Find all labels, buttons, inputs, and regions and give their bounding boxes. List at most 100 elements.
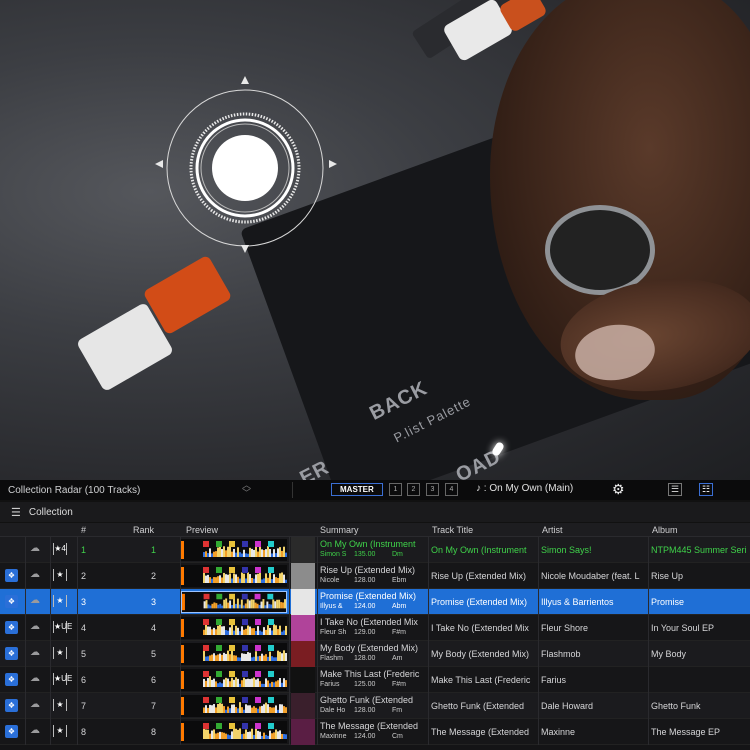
cloud-icon[interactable]: ☁	[30, 569, 40, 580]
track-album: The Message EP	[651, 727, 721, 737]
cell-divider	[50, 719, 51, 745]
track-album: In Your Soul EP	[651, 623, 715, 633]
cloud-icon[interactable]: ☁	[30, 543, 40, 554]
table-row[interactable]: ❖ ☁ ★ 7 7 Ghetto Funk (Extended Dale Ho 128.00 F…	[0, 693, 750, 719]
track-title: My Body (Extended Mix)	[431, 649, 530, 659]
waveform-preview[interactable]	[181, 721, 287, 743]
col-number[interactable]: #	[81, 525, 86, 535]
summary-title: Ghetto Funk (Extended	[320, 695, 414, 705]
cloud-icon[interactable]: ☁	[30, 699, 40, 710]
summary-key: Cm	[392, 733, 403, 740]
cell-divider	[50, 615, 51, 641]
album-art	[291, 641, 315, 667]
summary-artist: Nicole	[320, 577, 340, 584]
deck-2-button[interactable]: 2	[407, 483, 420, 496]
deck-4-button[interactable]: 4	[445, 483, 458, 496]
cloud-icon[interactable]: ☁	[30, 647, 40, 658]
track-number: 5	[81, 649, 87, 659]
detail-view-button[interactable]: ☷	[699, 483, 713, 496]
star-icon[interactable]: ★	[53, 569, 67, 581]
cloud-icon[interactable]: ☁	[30, 595, 40, 606]
summary-title: I Take No (Extended Mix	[320, 617, 418, 627]
gear-icon[interactable]: ⚙	[612, 481, 625, 498]
summary-details: Simon S 135.00 Dm	[320, 551, 403, 558]
track-title: The Message (Extended	[431, 727, 530, 737]
track-number: 7	[81, 701, 87, 711]
waveform-preview[interactable]	[181, 695, 287, 717]
waveform-preview[interactable]	[181, 669, 287, 691]
deck-1-button[interactable]: 1	[389, 483, 402, 496]
cell-divider	[538, 719, 539, 745]
cell-divider	[428, 615, 429, 641]
star-icon[interactable]: ★UE	[53, 621, 72, 633]
table-row[interactable]: ❖ ☁ ★ 5 5 My Body (Extended Mix) Flashm 128.00 A…	[0, 641, 750, 667]
waveform-preview[interactable]	[181, 643, 287, 665]
track-artist: Dale Howard	[541, 701, 594, 711]
list-view-button[interactable]: ☰	[668, 483, 682, 496]
cell-divider	[77, 563, 78, 589]
table-row[interactable]: ❖ ☁ ★UE 6 6 Make This Last (Frederic Farius 125…	[0, 667, 750, 693]
col-summary[interactable]: Summary	[320, 525, 359, 535]
star-icon[interactable]: ★UE	[53, 673, 72, 685]
cell-divider	[289, 537, 290, 563]
cell-divider	[648, 693, 649, 719]
col-rank[interactable]: Rank	[133, 525, 154, 535]
track-title: Ghetto Funk (Extended	[431, 701, 525, 711]
star-icon[interactable]: ★	[53, 699, 67, 711]
track-number: 6	[81, 675, 87, 685]
summary-artist: Simon S	[320, 551, 347, 558]
cell-divider	[77, 641, 78, 667]
waveform-preview[interactable]	[181, 565, 287, 587]
cell-divider	[317, 641, 318, 667]
browse-knob	[545, 205, 655, 295]
cell-divider	[428, 537, 429, 563]
col-track-title[interactable]: Track Title	[432, 525, 473, 535]
cell-divider	[428, 641, 429, 667]
table-row[interactable]: ❖ ☁ ★ 3 3 Promise (Extended Mix) Illyus & 124.0…	[0, 589, 750, 615]
expand-toggle-icon[interactable]: ︿ ﹀	[242, 481, 251, 498]
waveform-preview[interactable]	[181, 617, 287, 639]
cell-divider	[25, 563, 26, 589]
cloud-icon[interactable]: ☁	[30, 725, 40, 736]
summary-title: On My Own (Instrument	[320, 539, 416, 549]
summary-bpm: 125.00	[354, 681, 376, 688]
track-artist: Flashmob	[541, 649, 581, 659]
album-art	[291, 719, 315, 745]
star-icon[interactable]: ★4	[53, 543, 67, 555]
cell-divider	[648, 667, 649, 693]
dropbox-icon: ❖	[5, 725, 18, 738]
collection-radar-title: Collection Radar (100 Tracks)	[8, 484, 141, 496]
table-row[interactable]: ❖ ☁ ★ 2 2 Rise Up (Extended Mix) Nicole 128.00 E…	[0, 563, 750, 589]
cell-divider	[25, 667, 26, 693]
table-row[interactable]: ☁ ★4 1 1 On My Own (Instrument Simon S 135.00 D…	[0, 537, 750, 563]
cloud-icon[interactable]: ☁	[30, 673, 40, 684]
track-album: Ghetto Funk	[651, 701, 701, 711]
summary-bpm: 135.00	[354, 551, 376, 558]
col-preview[interactable]: Preview	[186, 525, 218, 535]
star-icon[interactable]: ★	[53, 647, 67, 659]
summary-details: Dale Ho 128.00 Fm	[320, 707, 402, 714]
album-art	[291, 563, 315, 589]
col-artist[interactable]: Artist	[542, 525, 563, 535]
track-artist: Simon Says!	[541, 545, 592, 555]
waveform-preview[interactable]	[181, 591, 287, 613]
track-number: 4	[81, 623, 87, 633]
table-row[interactable]: ❖ ☁ ★ 8 8 The Message (Extended Maxinne 124.00 C…	[0, 719, 750, 745]
summary-key: Fm	[392, 707, 403, 714]
cell-divider	[25, 615, 26, 641]
master-button[interactable]: MASTER	[331, 483, 383, 496]
waveform-preview[interactable]	[181, 539, 287, 561]
cell-divider	[317, 693, 318, 719]
star-icon[interactable]: ★	[53, 725, 67, 737]
star-icon[interactable]: ★	[53, 595, 67, 607]
track-rank: 5	[151, 649, 157, 659]
col-album[interactable]: Album	[652, 525, 678, 535]
cloud-icon[interactable]: ☁	[30, 621, 40, 632]
collection-label[interactable]: Collection	[29, 507, 73, 518]
hamburger-icon[interactable]: ☰	[11, 506, 21, 519]
summary-bpm: 128.00	[354, 655, 376, 662]
deck-3-button[interactable]: 3	[426, 483, 439, 496]
cell-divider	[428, 563, 429, 589]
table-row[interactable]: ❖ ☁ ★UE 4 4 I Take No (Extended Mix Fleur Sh 12…	[0, 615, 750, 641]
dropbox-icon: ❖	[5, 569, 18, 582]
